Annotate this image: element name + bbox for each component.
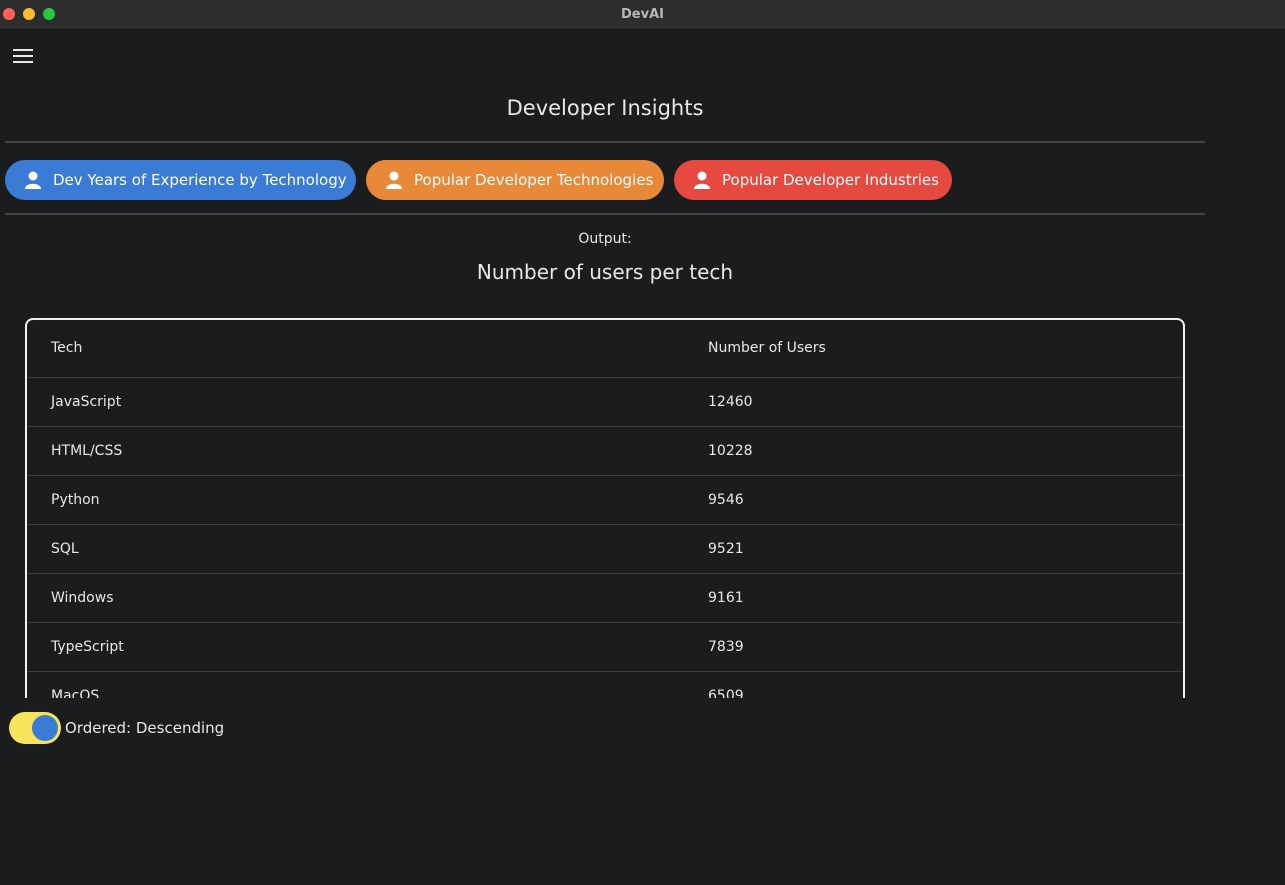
user-icon bbox=[694, 171, 710, 189]
table-row: HTML/CSS 10228 bbox=[27, 427, 1183, 476]
table-title: Number of users per tech bbox=[476, 260, 734, 284]
tech-cell: MacOS bbox=[51, 688, 100, 698]
results-table[interactable]: Tech Number of Users JavaScript 12460 HT… bbox=[25, 318, 1185, 698]
order-toggle-group: Ordered: Descending bbox=[9, 712, 224, 744]
users-cell: 10228 bbox=[708, 443, 753, 459]
divider bbox=[5, 213, 1205, 215]
tech-cell: HTML/CSS bbox=[51, 443, 123, 459]
order-toggle-switch[interactable] bbox=[9, 712, 61, 744]
app-window: DevAI Developer Insights Dev Years of Ex… bbox=[0, 0, 1285, 885]
column-header-tech: Tech bbox=[51, 340, 83, 356]
output-label: Output: bbox=[578, 231, 632, 247]
hamburger-menu-icon[interactable] bbox=[13, 49, 33, 65]
table-row: SQL 9521 bbox=[27, 525, 1183, 574]
table-row: JavaScript 12460 bbox=[27, 378, 1183, 427]
dev-years-experience-label: Dev Years of Experience by Technology bbox=[53, 171, 347, 189]
user-icon bbox=[25, 171, 41, 189]
tech-cell: TypeScript bbox=[51, 639, 124, 655]
users-cell: 7839 bbox=[708, 639, 744, 655]
window-title: DevAI bbox=[621, 7, 664, 22]
maximize-window-button[interactable] bbox=[43, 8, 55, 20]
tech-cell: Python bbox=[51, 492, 100, 508]
column-header-users: Number of Users bbox=[708, 340, 826, 356]
users-cell: 9546 bbox=[708, 492, 744, 508]
table-row: Python 9546 bbox=[27, 476, 1183, 525]
order-toggle-label: Ordered: Descending bbox=[65, 719, 225, 737]
users-cell: 12460 bbox=[708, 394, 753, 410]
user-icon bbox=[386, 171, 402, 189]
table-header-row: Tech Number of Users bbox=[27, 320, 1183, 378]
tech-cell: JavaScript bbox=[51, 394, 122, 410]
page-title: Developer Insights bbox=[506, 96, 704, 120]
toggle-knob bbox=[32, 715, 58, 741]
users-cell: 9521 bbox=[708, 541, 744, 557]
close-window-button[interactable] bbox=[3, 8, 15, 20]
table-row: Windows 9161 bbox=[27, 574, 1183, 623]
window-controls bbox=[3, 8, 55, 20]
users-cell: 9161 bbox=[708, 590, 744, 606]
popular-industries-label: Popular Developer Industries bbox=[722, 171, 939, 189]
tech-cell: SQL bbox=[51, 541, 79, 557]
dev-years-experience-button[interactable]: Dev Years of Experience by Technology bbox=[5, 160, 356, 200]
title-bar: DevAI bbox=[0, 0, 1285, 30]
table-row: MacOS 6509 bbox=[27, 672, 1183, 698]
table-row: TypeScript 7839 bbox=[27, 623, 1183, 672]
users-cell: 6509 bbox=[708, 688, 744, 698]
popular-technologies-label: Popular Developer Technologies bbox=[414, 171, 654, 189]
minimize-window-button[interactable] bbox=[23, 8, 35, 20]
divider bbox=[5, 141, 1205, 143]
popular-industries-button[interactable]: Popular Developer Industries bbox=[674, 160, 952, 200]
tech-cell: Windows bbox=[51, 590, 114, 606]
popular-technologies-button[interactable]: Popular Developer Technologies bbox=[366, 160, 664, 200]
